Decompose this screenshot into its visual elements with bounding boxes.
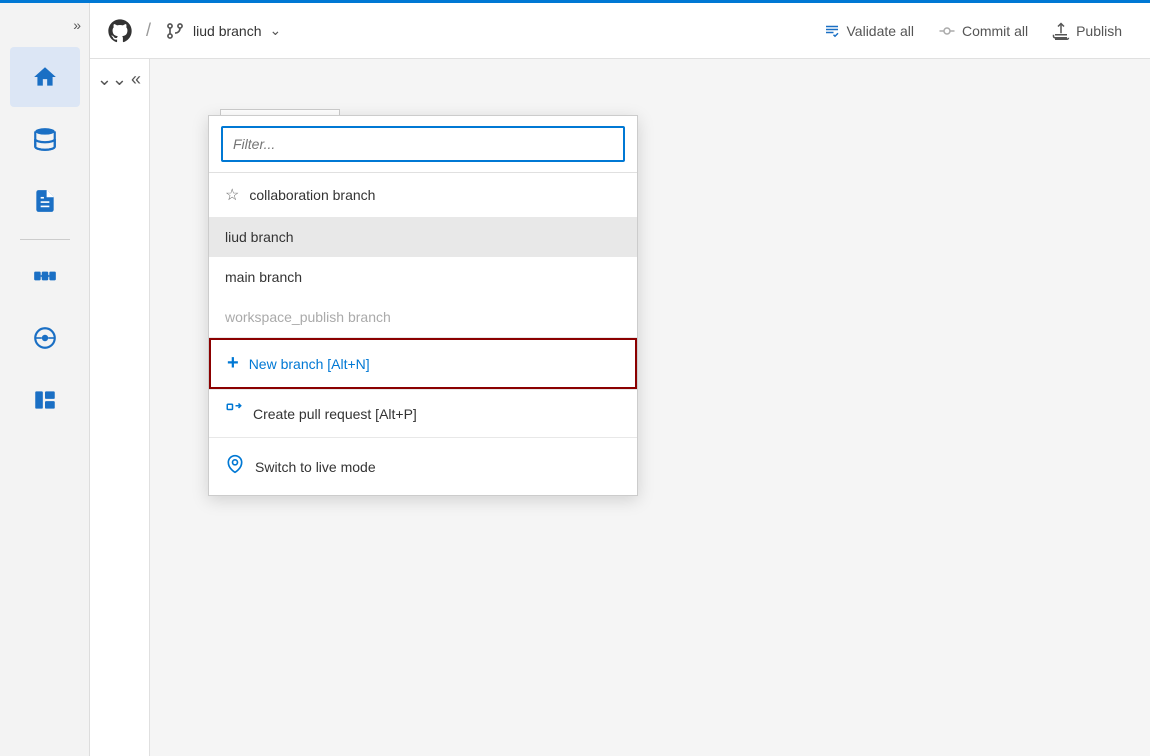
commit-all-label: Commit all <box>962 23 1028 39</box>
github-icon <box>106 17 134 45</box>
main-branch-item[interactable]: main branch <box>209 257 637 297</box>
branch-chevron-icon: ⌄ <box>270 22 282 39</box>
plus-icon: + <box>227 352 239 375</box>
pull-request-label: Create pull request [Alt+P] <box>253 406 417 422</box>
live-mode-section: Switch to live mode <box>209 438 637 495</box>
commit-all-button[interactable]: Commit all <box>926 16 1040 46</box>
pull-request-item[interactable]: Create pull request [Alt+P] <box>209 390 637 437</box>
star-icon: ☆ <box>225 185 239 205</box>
branch-selector[interactable]: liud branch ⌄ <box>157 17 289 45</box>
new-branch-item[interactable]: + New branch [Alt+N] <box>209 338 637 389</box>
workspace-publish-branch-item[interactable]: workspace_publish branch <box>209 297 637 337</box>
database-icon <box>32 126 58 152</box>
docs-icon <box>32 188 58 214</box>
branch-selector-icon <box>165 21 185 41</box>
pipeline-icon <box>32 263 58 289</box>
sidebar-item-database[interactable] <box>10 109 80 169</box>
toolbar-separator: / <box>146 20 151 41</box>
sidebar-expand-button[interactable]: » <box>49 11 89 39</box>
liud-branch-item[interactable]: liud branch <box>209 217 637 257</box>
monitor-icon <box>32 325 58 351</box>
sidebar-item-tools[interactable] <box>10 370 80 430</box>
commit-icon <box>938 22 956 40</box>
pull-request-section: Create pull request [Alt+P] <box>209 390 637 438</box>
validate-all-icon <box>823 22 841 40</box>
toolbar: / liud branch ⌄ <box>90 3 1150 59</box>
double-left-chevron[interactable]: « <box>131 69 141 90</box>
side-panel: ⌄⌄ « <box>90 59 150 756</box>
validate-all-label: Validate all <box>847 23 914 39</box>
filter-input[interactable] <box>221 126 625 162</box>
live-mode-item[interactable]: Switch to live mode <box>209 442 637 491</box>
content-area: ⌄⌄ « 5 <box>90 59 1150 756</box>
validate-all-button[interactable]: Validate all <box>811 16 926 46</box>
publish-icon <box>1052 22 1070 40</box>
publish-button[interactable]: Publish <box>1040 16 1134 46</box>
live-mode-icon <box>225 454 245 479</box>
workspace-publish-branch-label: workspace_publish branch <box>225 309 391 325</box>
branch-list-section: ☆ collaboration branch liud branch main … <box>209 173 637 338</box>
home-icon <box>32 64 58 90</box>
branch-name-label: liud branch <box>193 23 262 39</box>
collaboration-branch-item[interactable]: ☆ collaboration branch <box>209 173 637 217</box>
main-area: / liud branch ⌄ <box>90 3 1150 756</box>
sidebar-item-monitor[interactable] <box>10 308 80 368</box>
tools-icon <box>32 387 58 413</box>
sidebar-divider <box>20 239 70 240</box>
liud-branch-label: liud branch <box>225 229 294 245</box>
main-branch-label: main branch <box>225 269 302 285</box>
new-branch-label: New branch [Alt+N] <box>249 356 370 372</box>
panel-chevrons[interactable]: ⌄⌄ « <box>97 69 141 90</box>
sidebar-item-home[interactable] <box>10 47 80 107</box>
pull-request-icon <box>225 402 243 425</box>
new-branch-section: + New branch [Alt+N] <box>209 338 637 390</box>
dropdown-menu: ☆ collaboration branch liud branch main … <box>208 115 638 496</box>
publish-label: Publish <box>1076 23 1122 39</box>
collaboration-branch-label: collaboration branch <box>249 187 375 203</box>
live-mode-label: Switch to live mode <box>255 459 376 475</box>
sidebar-item-pipeline[interactable] <box>10 246 80 306</box>
app-container: » <box>0 3 1150 756</box>
dropdown-filter-container <box>209 116 637 173</box>
sidebar: » <box>0 3 90 756</box>
sidebar-item-docs[interactable] <box>10 171 80 231</box>
double-down-chevron[interactable]: ⌄⌄ <box>97 69 127 90</box>
